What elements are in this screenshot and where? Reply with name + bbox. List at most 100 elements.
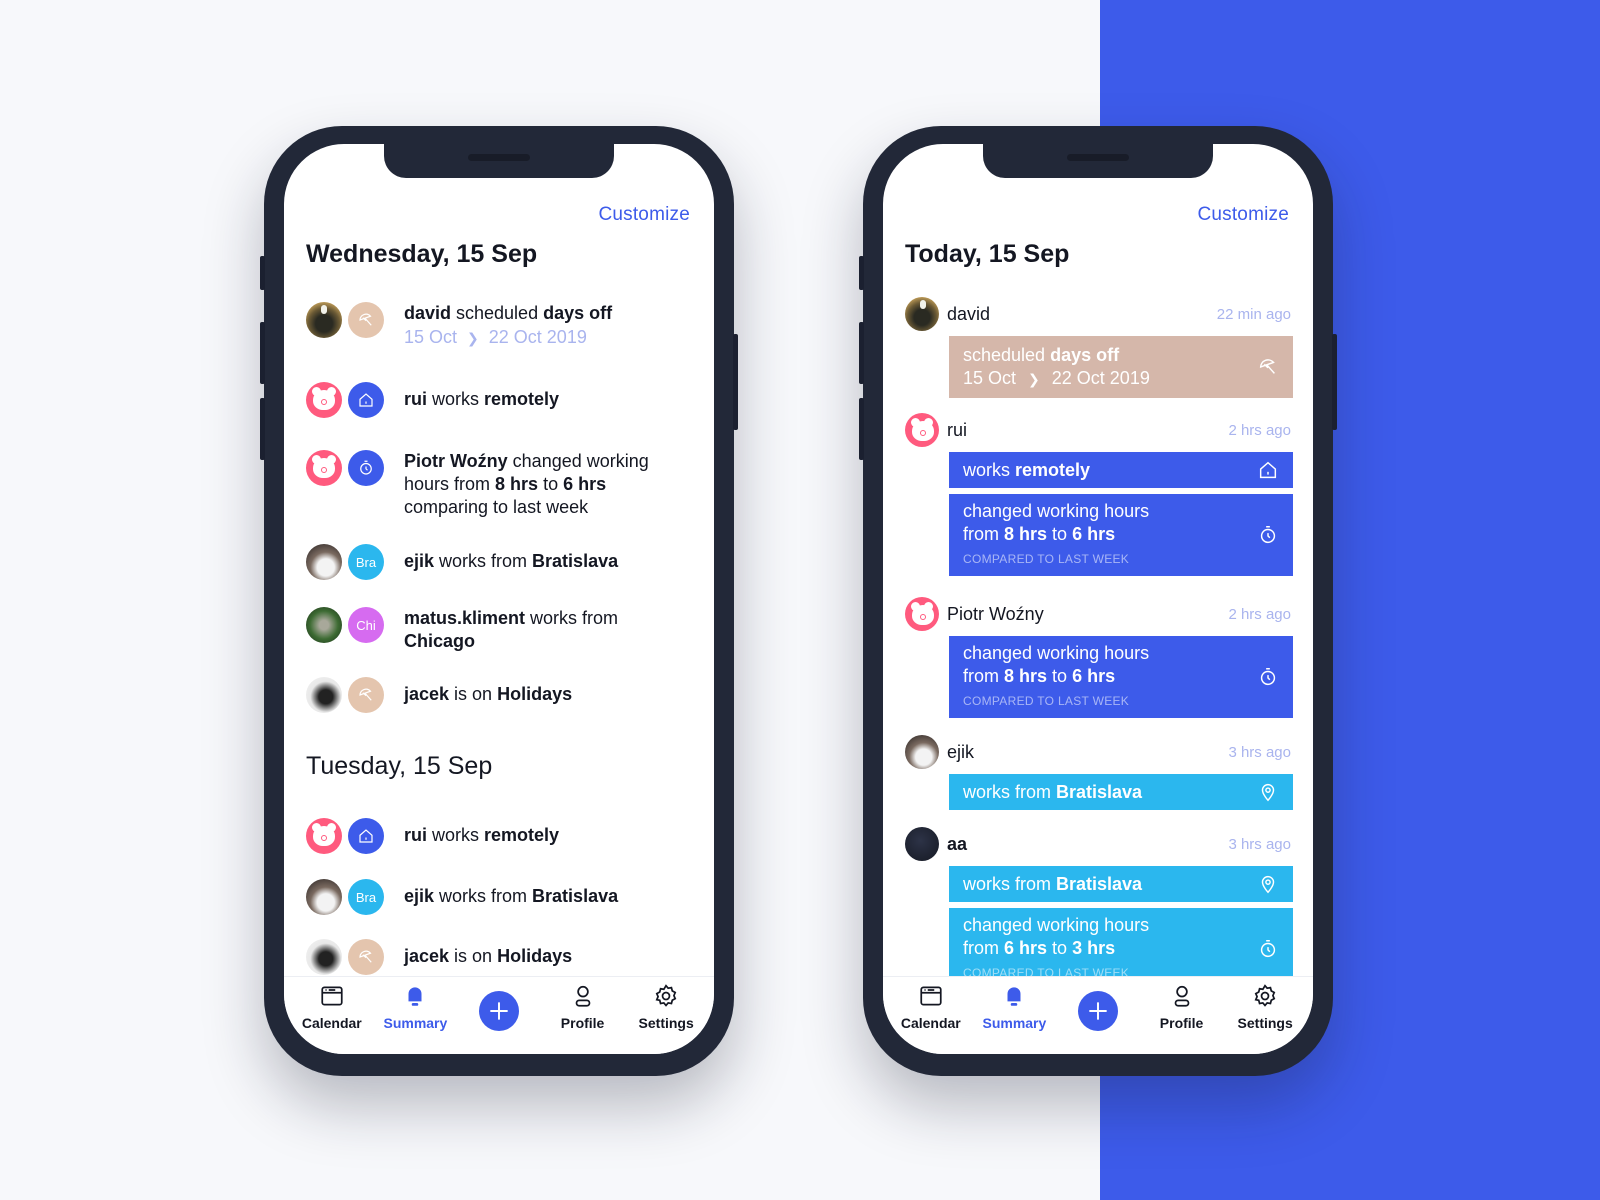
tab-summary[interactable]: Summary <box>375 983 455 1031</box>
customize-link[interactable]: Customize <box>598 204 690 226</box>
avatar <box>306 818 342 854</box>
avatar <box>306 544 342 580</box>
feed-entry: david 22 min ago scheduled days off 15 O… <box>905 296 1293 398</box>
hours-to: 6 hrs <box>1072 665 1116 686</box>
hours-from: 6 hrs <box>1004 937 1048 958</box>
location-value: Bratislava <box>1056 873 1143 894</box>
action-value: remotely <box>1015 459 1091 480</box>
hours-to: 6 hrs <box>1072 523 1116 544</box>
user-name: Piotr Woźny <box>947 603 1044 624</box>
screen-summary-cards: Customize Today, 15 Sep david 22 min ago… <box>883 144 1313 1054</box>
avatar <box>306 302 342 338</box>
location-badge: Bra <box>348 879 384 915</box>
add-button[interactable] <box>1077 991 1118 1031</box>
date-from: 15 Oct <box>963 367 1017 388</box>
tab-add[interactable] <box>1058 983 1138 1031</box>
list-item[interactable]: Piotr Woźny changed working hours from 8… <box>306 450 694 519</box>
action-text: from <box>963 665 1005 686</box>
action-text: to <box>538 474 564 494</box>
customize-link[interactable]: Customize <box>1197 204 1289 226</box>
list-item[interactable]: rui works remotely <box>306 818 694 854</box>
list-item[interactable]: jacek is on Holidays <box>306 939 694 975</box>
tab-summary[interactable]: Summary <box>974 983 1054 1031</box>
gear-icon <box>1254 984 1276 1007</box>
speaker <box>468 154 530 161</box>
user-name: david <box>947 303 991 324</box>
activity-card[interactable]: works remotely <box>949 452 1293 488</box>
add-button[interactable] <box>478 991 519 1031</box>
section-title: Wednesday, 15 Sep <box>306 240 538 268</box>
action-text: from <box>963 523 1005 544</box>
calendar-icon <box>920 986 942 1006</box>
tab-settings[interactable]: Settings <box>626 983 706 1031</box>
activity-card[interactable]: works from Bratislava <box>949 774 1293 810</box>
power-button <box>1332 334 1337 430</box>
feed-entry: aa 3 hrs ago works from Bratislava chang… <box>905 826 1293 990</box>
activity-card[interactable]: changed working hours from 8 hrs to 6 hr… <box>949 494 1293 576</box>
comparison-note: COMPARED TO LAST WEEK <box>963 693 1130 708</box>
list-item[interactable]: jacek is on Holidays <box>306 677 694 713</box>
location-value: Bratislava <box>532 551 619 571</box>
list-item[interactable]: rui works remotely <box>306 382 694 418</box>
tab-add[interactable] <box>459 983 539 1031</box>
tab-label: Profile <box>560 1015 605 1031</box>
action-value: days off <box>1050 344 1120 365</box>
home-icon <box>1259 461 1277 479</box>
list-item[interactable]: Bra ejik works from Bratislava <box>306 879 694 915</box>
timestamp: 22 min ago <box>1216 305 1291 323</box>
action-text: works from <box>963 781 1057 802</box>
action-text: changed working hours <box>963 914 1150 935</box>
tab-label: Settings <box>1237 1015 1293 1031</box>
user-name: aa <box>947 833 968 854</box>
avatar <box>306 450 342 486</box>
umbrella-icon <box>348 677 384 713</box>
phone-right: Customize Today, 15 Sep david 22 min ago… <box>859 126 1337 1076</box>
activity-card[interactable]: changed working hours from 8 hrs to 6 hr… <box>949 636 1293 718</box>
calendar-icon <box>321 986 343 1006</box>
timestamp: 2 hrs ago <box>1228 421 1291 439</box>
chevron-right-icon: ❯ <box>467 330 479 346</box>
location-pin-icon <box>1261 876 1275 894</box>
action-text: is on <box>449 946 498 966</box>
home-icon <box>348 382 384 418</box>
tab-calendar[interactable]: Calendar <box>891 983 971 1031</box>
list-item[interactable]: Bra ejik works from Bratislava <box>306 544 694 580</box>
screen-summary-list: Customize Wednesday, 15 Sep david schedu… <box>284 144 714 1054</box>
avatar <box>306 939 342 975</box>
action-text: to <box>1047 523 1073 544</box>
user-name: rui <box>947 419 968 440</box>
feed-entry: Piotr Woźny 2 hrs ago changed working ho… <box>905 596 1293 718</box>
activity-card[interactable]: scheduled days off 15 Oct ❯ 22 Oct 2019 <box>949 336 1293 398</box>
activity-card[interactable]: works from Bratislava <box>949 866 1293 902</box>
umbrella-icon <box>348 302 384 338</box>
stopwatch-icon <box>1260 526 1276 544</box>
location-value: Bratislava <box>532 886 619 906</box>
action-text: works <box>427 389 485 409</box>
list-item[interactable]: Chi matus.kliment works from Chicago <box>306 607 694 653</box>
power-button <box>733 334 738 430</box>
mute-switch <box>859 256 864 290</box>
user-name: jacek <box>404 684 450 704</box>
tab-calendar[interactable]: Calendar <box>292 983 372 1031</box>
tab-profile[interactable]: Profile <box>543 983 623 1031</box>
volume-up-button <box>260 322 265 384</box>
speaker <box>1067 154 1129 161</box>
action-text: is on <box>449 684 498 704</box>
action-text: comparing to last week <box>404 497 589 517</box>
tab-label: Settings <box>638 1015 694 1031</box>
location-value: Chicago <box>404 631 476 651</box>
action-text: works from <box>963 873 1057 894</box>
date-to: 22 Oct 2019 <box>1051 367 1150 388</box>
action-text: works <box>427 825 485 845</box>
tab-settings[interactable]: Settings <box>1225 983 1305 1031</box>
umbrella-icon <box>1259 359 1275 374</box>
plus-icon <box>1089 1002 1107 1020</box>
user-name: Piotr Woźny <box>404 451 508 471</box>
user-name: matus.kliment <box>404 608 526 628</box>
location-badge: Chi <box>348 607 384 643</box>
list-item[interactable]: david scheduled days off 15 Oct ❯ 22 Oct 2… <box>306 302 694 350</box>
action-text: works from <box>434 551 533 571</box>
tab-profile[interactable]: Profile <box>1142 983 1222 1031</box>
action-text: scheduled <box>451 303 544 323</box>
avatar <box>306 879 342 915</box>
